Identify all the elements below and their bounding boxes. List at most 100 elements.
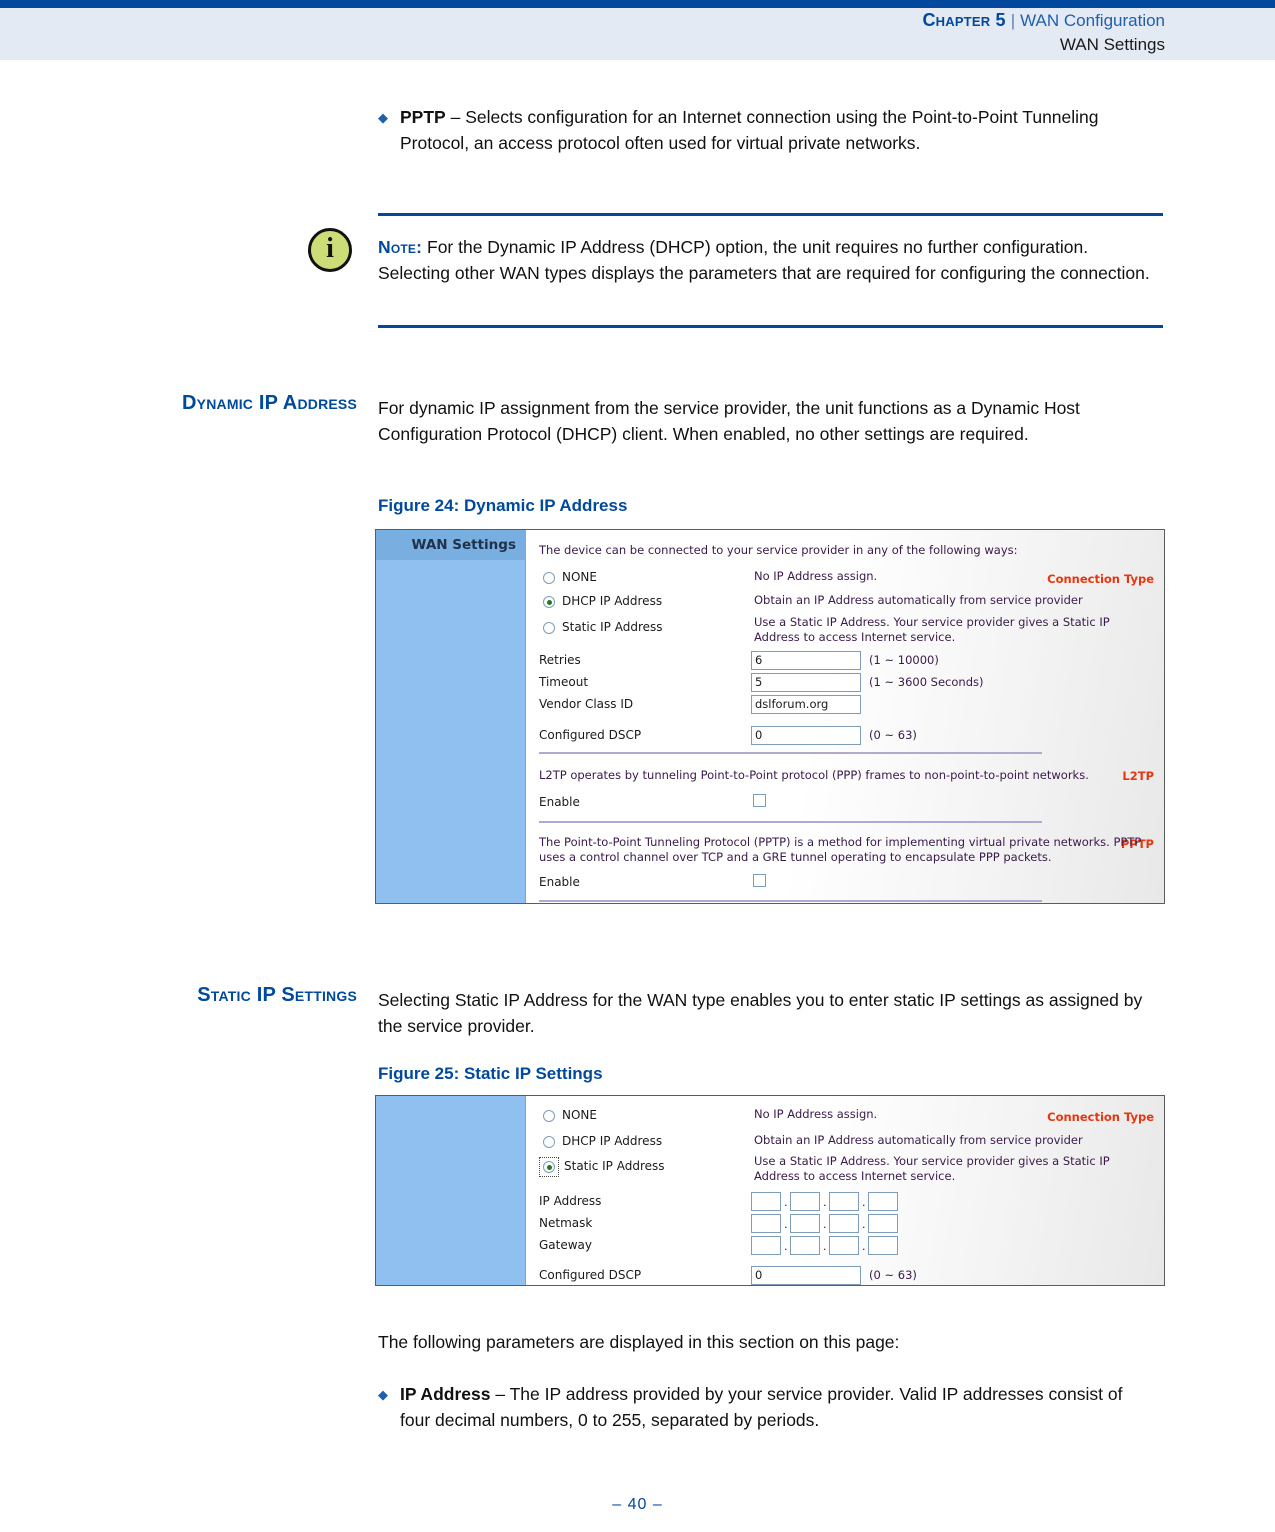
page-footer: – 40 – [612,1496,663,1513]
figure25-field-label-gateway: Gateway [539,1238,593,1252]
figure25-gateway-octet-2[interactable] [790,1236,820,1255]
figure25-field-label-configured-dscp: Configured DSCP [539,1268,642,1282]
figure24-intro-text: The device can be connected to your serv… [539,543,1018,557]
bullet-term-ip-address: IP Address [400,1384,491,1404]
figure25-radio-label-static[interactable]: Static IP Address [564,1159,665,1173]
bullet-desc-pptp: Selects configuration for an Internet co… [400,107,1099,153]
figure25-ip-address-octet-3[interactable] [829,1192,859,1211]
section-body-dynamic-ip: For dynamic IP assignment from the servi… [378,398,1080,444]
figure24-field-label-timeout: Timeout [539,675,589,689]
note-label: Note: [378,237,423,257]
figure24-hint-retries: (1 ~ 10000) [869,653,939,667]
note-text: Note: For the Dynamic IP Address (DHCP) … [378,235,1164,286]
figure25-left-panel [376,1096,526,1285]
figure25-netmask-octet-4[interactable] [868,1214,898,1233]
figure25-gateway-dot-3: . [862,1240,866,1253]
figure25-desc-dhcp: Obtain an IP Address automatically from … [754,1133,1083,1147]
header-section-title: WAN Settings [1059,35,1165,54]
figure24-field-label-retries: Retries [539,653,581,667]
figure24-divider-1 [539,752,1042,754]
figure25-gateway-dot-1: . [784,1240,788,1253]
figure25-radio-dhcp[interactable] [543,1136,555,1148]
figure24-l2tp-enable-checkbox[interactable] [753,794,766,807]
section-heading-static-ip: Static IP Settings [197,984,357,1006]
figure25-input-configured-dscp[interactable]: 0 [751,1266,861,1285]
figure24-label-l2tp: L2TP [1122,769,1154,783]
figure25-ip-address-dot-1: . [784,1196,788,1209]
bullet-dash-ip-address: – [490,1384,510,1404]
figure25-desc-static: Use a Static IP Address. Your service pr… [754,1154,1110,1183]
bullet-text-ip-address: IP Address – The IP address provided by … [400,1382,1138,1433]
figure25-gateway-octet-1[interactable] [751,1236,781,1255]
header-chapter-label: Chapter 5 [922,10,1006,30]
header-line-chapter: Chapter 5 | WAN Configuration [465,8,1165,33]
note-box: Note: For the Dynamic IP Address (DHCP) … [378,213,1164,333]
bullet-text-pptp: PPTP – Selects configuration for an Inte… [400,105,1138,156]
figure25-field-label-netmask: Netmask [539,1216,593,1230]
figure24-l2tp-enable-label: Enable [539,795,580,809]
bullet-diamond-icon: ◆ [378,110,388,125]
figure24-radio-none[interactable] [543,572,555,584]
figure25-gateway-dot-2: . [823,1240,827,1253]
bullet-diamond-icon: ◆ [378,1387,388,1402]
figure25-ip-address-octet-4[interactable] [868,1192,898,1211]
note-top-rule [378,213,1163,216]
figure-caption-25: Figure 25: Static IP Settings [378,1064,603,1083]
figure25-desc-none: No IP Address assign. [754,1107,878,1121]
figure25-ip-address-dot-3: . [862,1196,866,1209]
note-body: For the Dynamic IP Address (DHCP) option… [378,237,1150,283]
figure24-hint-timeout: (1 ~ 3600 Seconds) [869,675,984,689]
figure24-divider-3 [539,900,1042,902]
header-doc-title: WAN Configuration [1020,11,1165,30]
figure24-radio-label-static[interactable]: Static IP Address [562,620,663,634]
figure24-pptp-enable-label: Enable [539,875,580,889]
figure24-radio-label-none[interactable]: NONE [562,570,597,584]
bullet-term-pptp: PPTP [400,107,446,127]
bullet-item-ip-address: ◆ IP Address – The IP address provided b… [378,1382,1138,1433]
header-top-rule [0,0,1275,8]
figure25-ip-address-dot-2: . [823,1196,827,1209]
figure25-netmask-dot-3: . [862,1218,866,1231]
figure24-input-timeout[interactable]: 5 [751,673,861,692]
figure25-radio-label-dhcp[interactable]: DHCP IP Address [562,1134,662,1148]
figure24-radio-label-dhcp[interactable]: DHCP IP Address [562,594,662,608]
figure25-gateway-octet-3[interactable] [829,1236,859,1255]
figure25-radio-static[interactable] [543,1161,555,1173]
figure24-desc-dhcp: Obtain an IP Address automatically from … [754,593,1083,607]
figure25-hint-configured-dscp: (0 ~ 63) [869,1268,917,1282]
figure25-radio-label-none[interactable]: NONE [562,1108,597,1122]
page-header: Chapter 5 | WAN Configuration WAN Settings [465,8,1165,57]
figure24-hint-configured-dscp: (0 ~ 63) [869,728,917,742]
figure25-netmask-octet-3[interactable] [829,1214,859,1233]
figure25-radio-none[interactable] [543,1110,555,1122]
note-bottom-rule [378,325,1163,328]
figure-24-dynamic-ip-screenshot: WAN Settings Connection Type L2TP PPTP T… [375,529,1165,904]
figure24-input-configured-dscp[interactable]: 0 [751,726,861,745]
figure24-l2tp-description: L2TP operates by tunneling Point-to-Poin… [539,768,1089,782]
figure24-radio-static[interactable] [543,622,555,634]
figure25-ip-address-octet-2[interactable] [790,1192,820,1211]
figure25-gateway-octet-4[interactable] [868,1236,898,1255]
figure24-pptp-enable-checkbox[interactable] [753,874,766,887]
figure24-divider-2 [539,821,1042,823]
figure25-netmask-dot-2: . [823,1218,827,1231]
figure24-field-label-configured-dscp: Configured DSCP [539,728,642,742]
figure24-input-retries[interactable]: 6 [751,651,861,670]
figure24-desc-static: Use a Static IP Address. Your service pr… [754,615,1110,644]
figure25-netmask-octet-2[interactable] [790,1214,820,1233]
info-icon-glyph: i [326,233,334,264]
figure24-panel-title: WAN Settings [376,530,526,560]
bullet-dash-pptp: – [445,107,466,127]
bullet-item-pptp: ◆ PPTP – Selects configuration for an In… [378,105,1138,156]
figure24-field-label-vendor-class-id: Vendor Class ID [539,697,634,711]
figure24-radio-dhcp[interactable] [543,596,555,608]
figure25-ip-address-octet-1[interactable] [751,1192,781,1211]
header-separator: | [1010,11,1016,30]
figure25-field-label-ip-address: IP Address [539,1194,602,1208]
section-body-static-ip: Selecting Static IP Address for the WAN … [378,990,1143,1036]
figure24-panel-title-label: WAN Settings [411,537,516,553]
figure24-input-vendor-class-id[interactable]: dslforum.org [751,695,861,714]
figure24-left-panel [376,530,526,903]
figure25-netmask-octet-1[interactable] [751,1214,781,1233]
section-heading-dynamic-ip: Dynamic IP Address [182,392,357,414]
